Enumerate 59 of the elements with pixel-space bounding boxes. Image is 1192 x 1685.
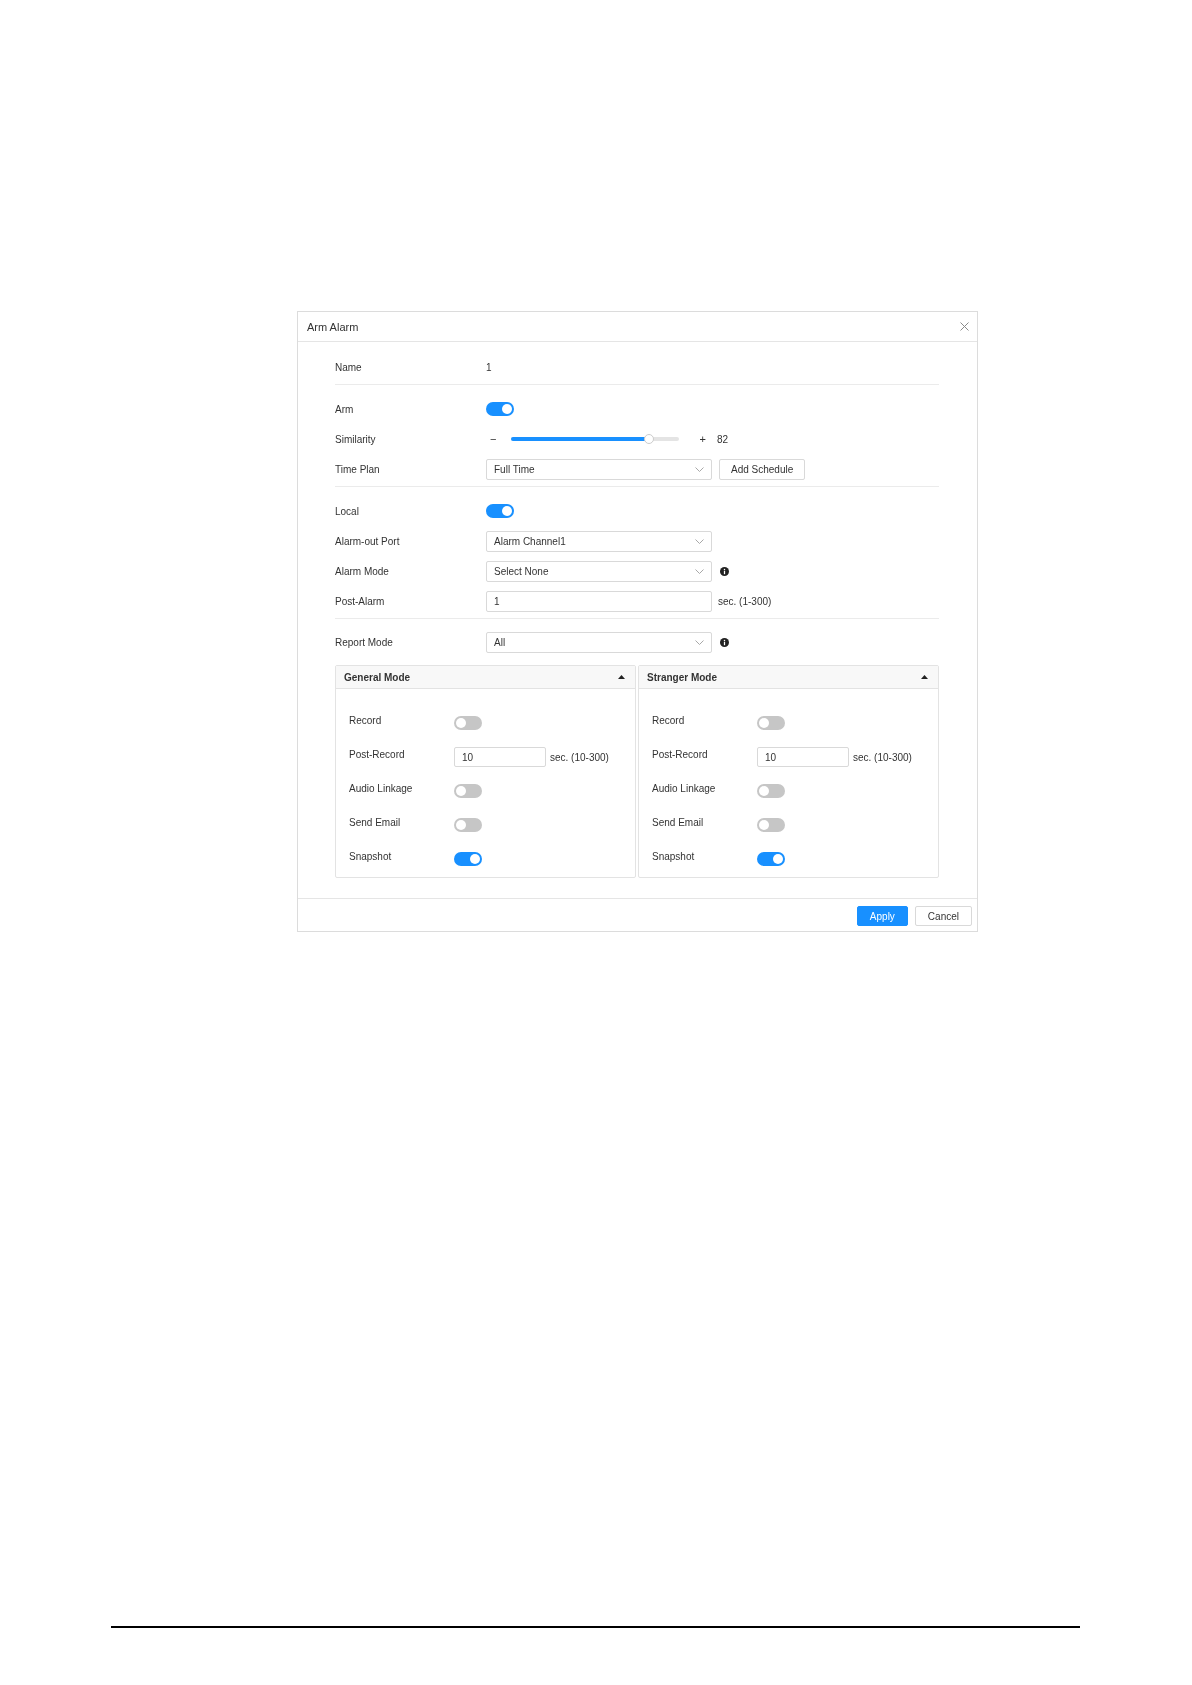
- field-label: Arm: [335, 403, 355, 415]
- field-label: Send Email: [349, 816, 402, 828]
- dropdown-field[interactable]: All: [486, 631, 712, 653]
- field-label: Record: [652, 714, 686, 726]
- field-label: Post-Record: [349, 748, 406, 760]
- decrease-button[interactable]: −: [487, 433, 500, 445]
- field-label: Send Email: [652, 816, 705, 828]
- field-label: Alarm Mode: [335, 565, 390, 577]
- dropdown-field[interactable]: Full Time: [486, 458, 712, 480]
- field-label: Snapshot: [349, 850, 393, 862]
- field-label: Record: [349, 714, 383, 726]
- slider-value: 82: [716, 433, 728, 445]
- field-label: Snapshot: [652, 850, 696, 862]
- input-field[interactable]: 10: [454, 747, 546, 767]
- increase-button[interactable]: +: [696, 433, 709, 445]
- toggle-switch[interactable]: [486, 402, 514, 416]
- toggle-switch[interactable]: [454, 784, 482, 798]
- panel-title: Stranger Mode: [647, 671, 717, 683]
- field-label: Name: [335, 361, 363, 373]
- field-label: Post-Alarm: [335, 595, 386, 607]
- dropdown-field[interactable]: Select None: [486, 560, 712, 582]
- toggle-switch[interactable]: [757, 784, 785, 798]
- panel-header[interactable]: General Mode: [336, 666, 635, 689]
- chevron-down-icon: [695, 568, 704, 574]
- field-label: Report Mode: [335, 636, 394, 648]
- dropdown-field[interactable]: Alarm Channel1: [486, 530, 712, 552]
- slider-handle[interactable]: [644, 434, 655, 444]
- chevron-down-icon: [695, 538, 704, 544]
- toggle-switch[interactable]: [757, 852, 785, 866]
- toggle-switch[interactable]: [454, 818, 482, 832]
- field-label: Audio Linkage: [349, 782, 414, 794]
- slider-track[interactable]: [511, 434, 680, 444]
- dialog-title: Arm Alarm: [307, 320, 359, 333]
- range-hint: sec. (10-300): [550, 751, 609, 763]
- range-hint: sec. (10-300): [853, 751, 912, 763]
- field-value: 1: [486, 361, 492, 373]
- range-hint: sec. (1-300): [718, 595, 772, 607]
- field-label: Similarity: [335, 433, 377, 445]
- field-label: Audio Linkage: [652, 782, 717, 794]
- caret-up-icon[interactable]: [921, 675, 928, 679]
- default-button[interactable]: Cancel: [914, 906, 972, 926]
- toggle-switch[interactable]: [454, 716, 482, 730]
- chevron-down-icon: [695, 466, 704, 472]
- chevron-down-icon: [695, 639, 704, 645]
- caret-up-icon[interactable]: [618, 675, 625, 679]
- toggle-switch[interactable]: [757, 716, 785, 730]
- close-icon[interactable]: [960, 322, 969, 331]
- field-label: Local: [335, 505, 360, 517]
- input-field[interactable]: 10: [757, 747, 849, 767]
- schedule-button[interactable]: Add Schedule: [719, 458, 806, 480]
- input-field[interactable]: 1: [486, 590, 712, 612]
- panel-title: General Mode: [344, 671, 411, 683]
- toggle-switch[interactable]: [486, 504, 514, 518]
- toggle-switch[interactable]: [454, 852, 482, 866]
- field-label: Post-Record: [652, 748, 709, 760]
- field-label: Alarm-out Port: [335, 535, 401, 547]
- toggle-switch[interactable]: [757, 818, 785, 832]
- panel-header[interactable]: Stranger Mode: [639, 666, 938, 689]
- field-label: Time Plan: [335, 463, 381, 475]
